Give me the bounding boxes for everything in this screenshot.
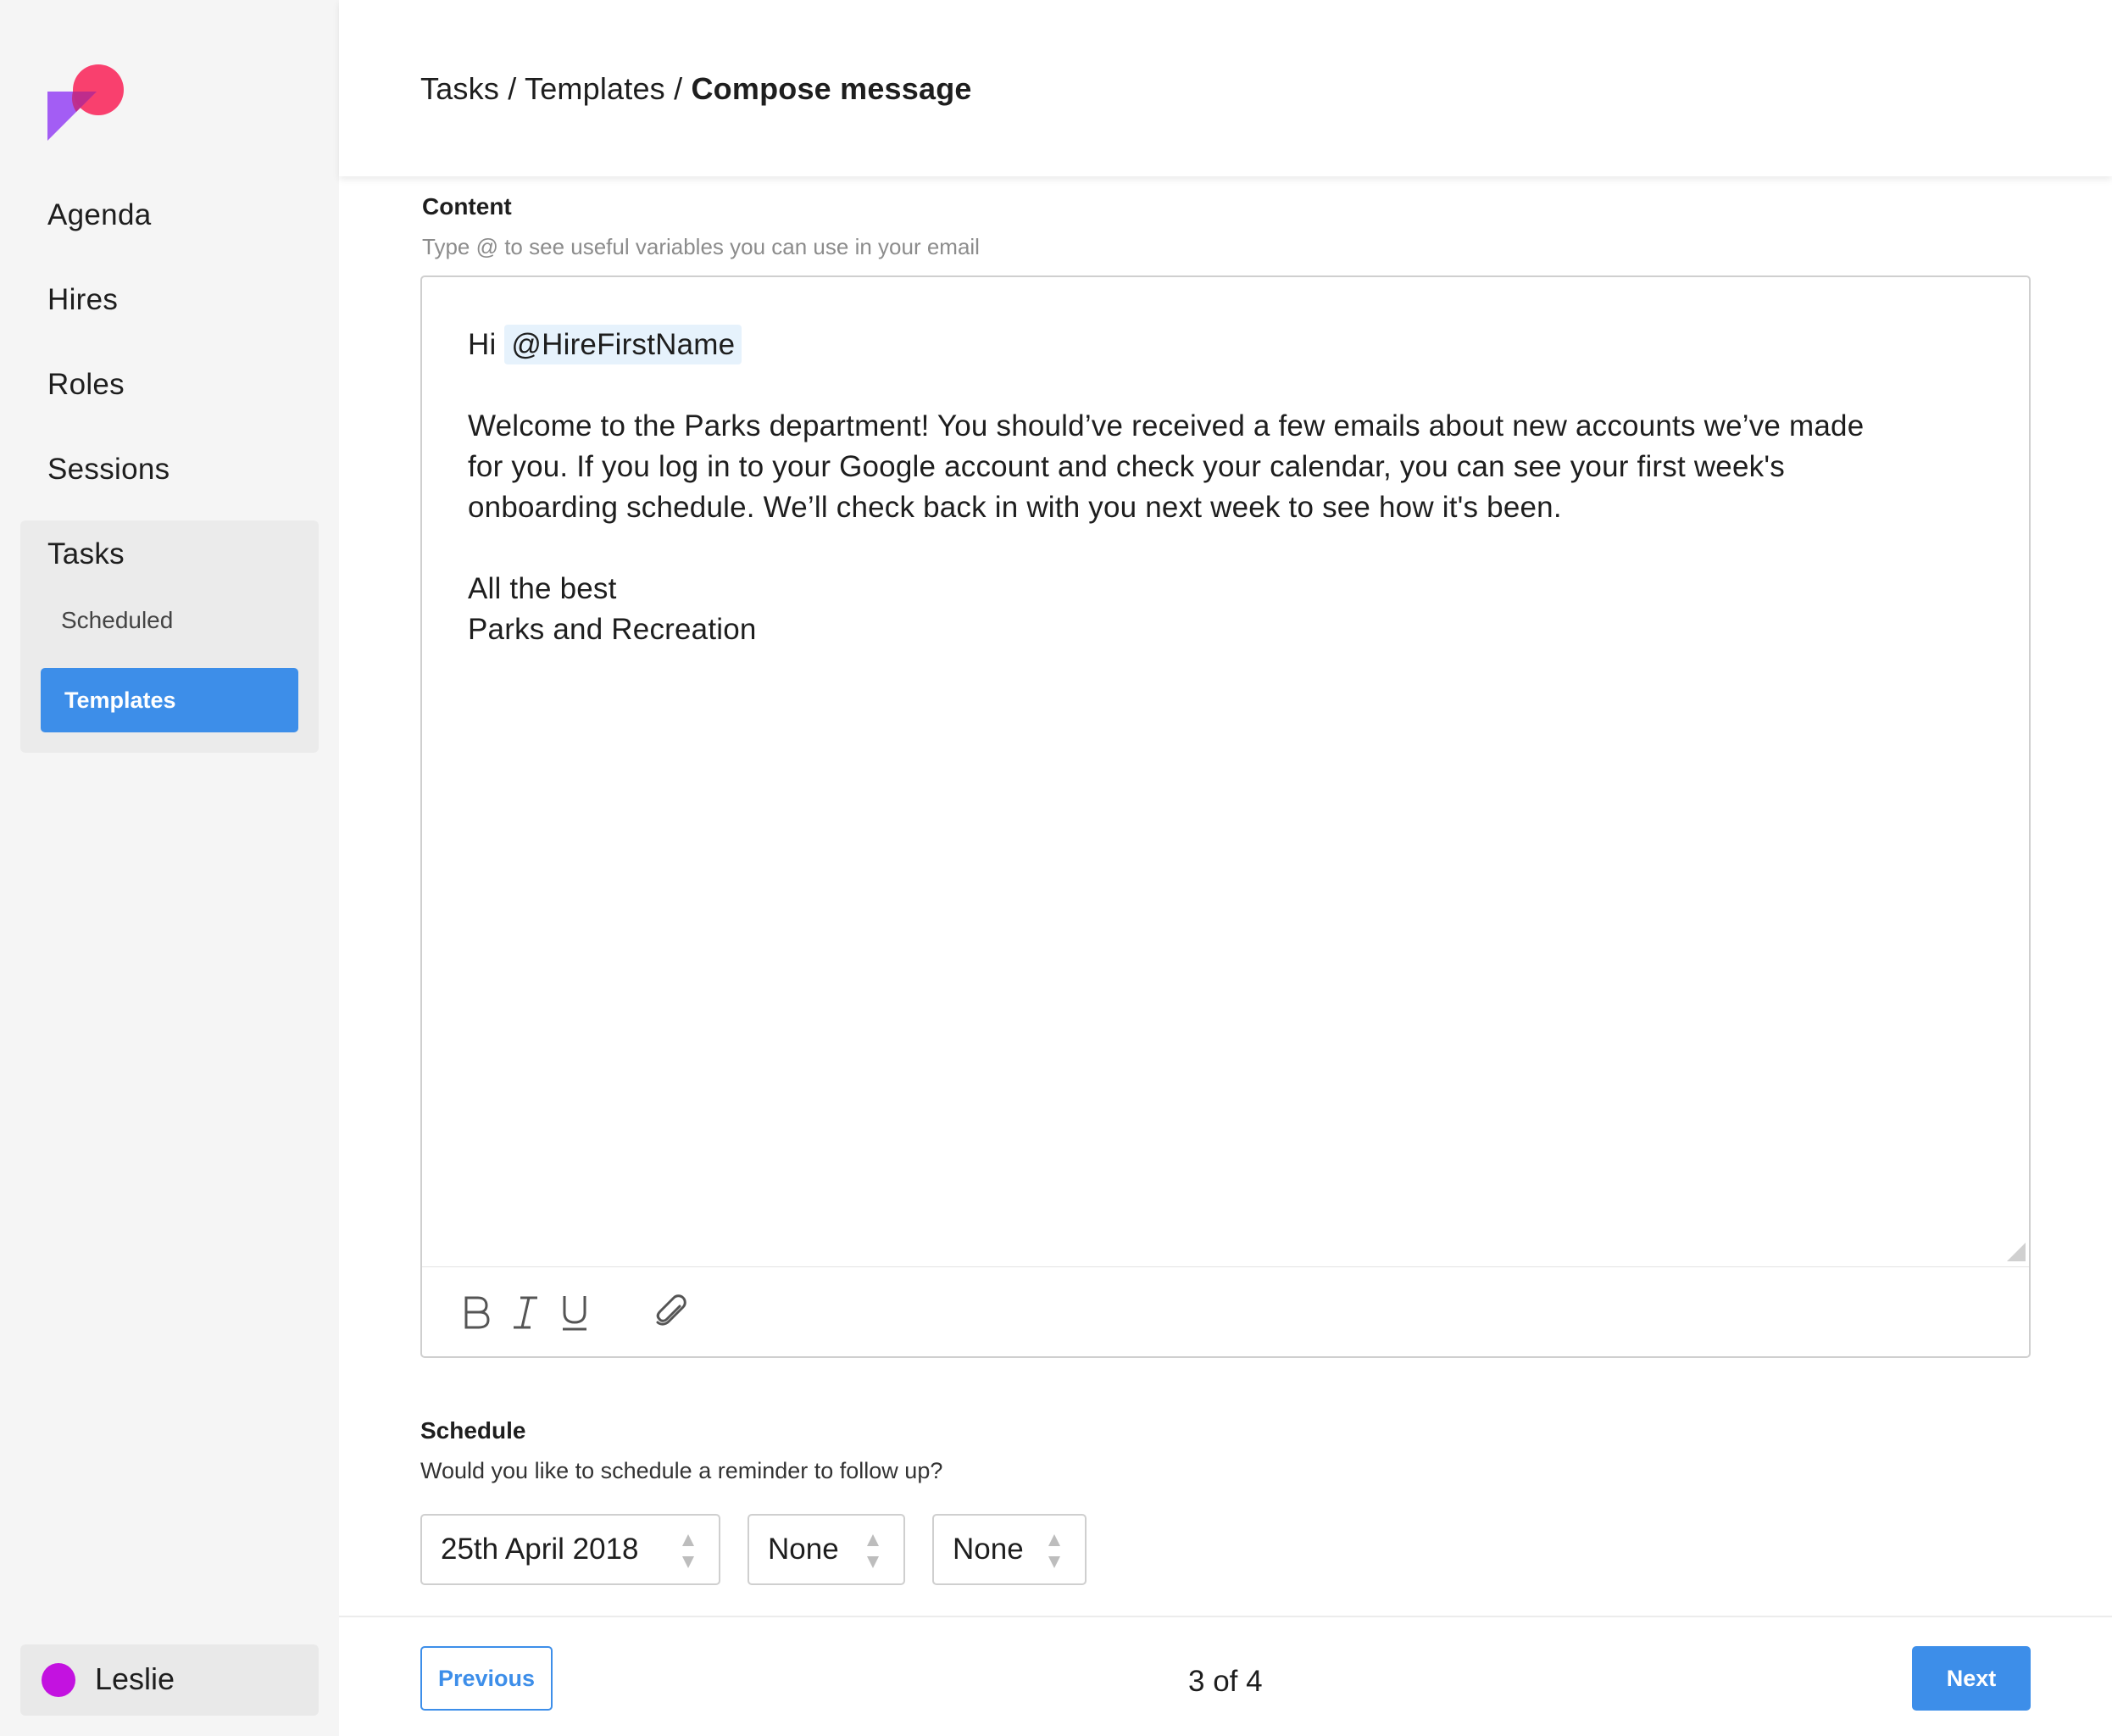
schedule-date-select[interactable]: 25th April 2018 (420, 1514, 720, 1585)
content-title: Content (422, 193, 512, 220)
sidebar-item-roles[interactable]: Roles (47, 368, 125, 402)
greeting-text: Hi (468, 328, 497, 361)
schedule-title: Schedule (420, 1417, 526, 1444)
user-menu[interactable]: Leslie (20, 1644, 319, 1716)
editor-toolbar (422, 1266, 2029, 1356)
breadcrumb-separator: / (674, 71, 683, 106)
sidebar-item-agenda[interactable]: Agenda (47, 198, 151, 232)
user-name: Leslie (95, 1661, 175, 1696)
schedule-date-value: 25th April 2018 (441, 1533, 639, 1566)
breadcrumb: Tasks / Templates / Compose message (420, 71, 972, 107)
sidebar-item-tasks[interactable]: Tasks (47, 537, 125, 571)
sidebar-item-hires[interactable]: Hires (47, 283, 118, 317)
paperclip-icon[interactable] (651, 1291, 692, 1333)
underline-icon[interactable] (554, 1291, 595, 1333)
previous-button[interactable]: Previous (420, 1646, 553, 1711)
body-line: Welcome to the Parks department! You sho… (468, 409, 1865, 442)
page-title: Compose message (691, 71, 972, 106)
select-arrows-icon (682, 1534, 694, 1568)
app-logo[interactable] (46, 63, 131, 142)
editor-text[interactable]: Hi @HireFirstName Welcome to the Parks d… (468, 325, 1976, 650)
breadcrumb-templates[interactable]: Templates (525, 71, 665, 106)
schedule-question: Would you like to schedule a reminder to… (420, 1458, 943, 1483)
resize-handle-icon[interactable] (2007, 1243, 2026, 1261)
next-button[interactable]: Next (1912, 1646, 2031, 1711)
body-line: for you. If you log in to your Google ac… (468, 450, 1785, 483)
select-arrows-icon (1048, 1534, 1060, 1568)
sidebar-item-sessions[interactable]: Sessions (47, 453, 170, 487)
header: Tasks / Templates / Compose message (339, 0, 2112, 176)
avatar (42, 1663, 75, 1697)
breadcrumb-tasks[interactable]: Tasks (420, 71, 499, 106)
select-arrows-icon (867, 1534, 879, 1568)
schedule-hour-select[interactable]: None (748, 1514, 905, 1585)
signoff-text: All the best (468, 572, 617, 605)
sidebar-subitem-scheduled[interactable]: Scheduled (61, 607, 173, 634)
schedule-minute-select[interactable]: None (932, 1514, 1087, 1585)
schedule-hour-value: None (768, 1533, 839, 1566)
italic-icon[interactable] (505, 1291, 546, 1333)
mention-variable[interactable]: @HireFirstName (504, 325, 742, 364)
signature-text: Parks and Recreation (468, 613, 757, 646)
schedule-minute-value: None (953, 1533, 1024, 1566)
breadcrumb-separator: / (508, 71, 517, 106)
message-editor[interactable]: Hi @HireFirstName Welcome to the Parks d… (420, 275, 2031, 1358)
body-line: onboarding schedule. We’ll check back in… (468, 491, 1562, 524)
footer: Previous 3 of 4 Next (339, 1616, 2112, 1736)
content-hint: Type @ to see useful variables you can u… (422, 234, 980, 259)
bold-icon[interactable] (456, 1291, 497, 1333)
sidebar-subitem-templates[interactable]: Templates (41, 668, 298, 732)
step-indicator: 3 of 4 (1188, 1665, 1263, 1698)
sidebar: Agenda Hires Roles Sessions Tasks Schedu… (0, 0, 339, 1736)
